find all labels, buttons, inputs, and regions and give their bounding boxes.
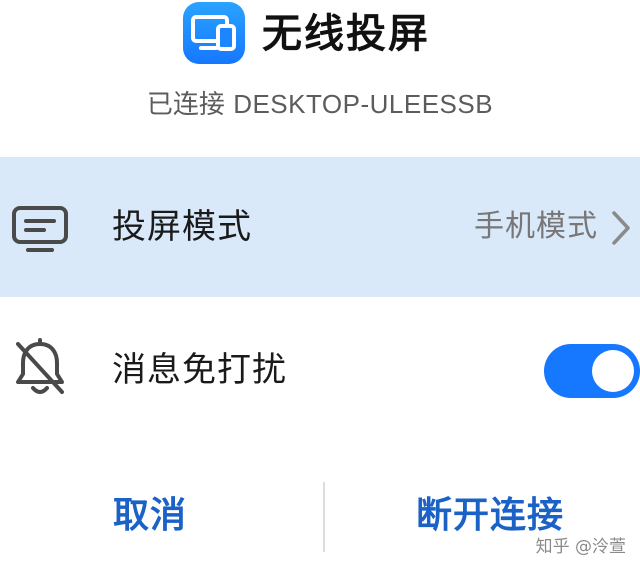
chevron-right-icon (610, 209, 632, 251)
wireless-projection-dialog: 无线投屏 已连接 DESKTOP-ULEESSB 投屏模式 手机模式 消息免打扰… (0, 0, 640, 564)
footer-divider (323, 482, 325, 552)
monitor-icon (10, 205, 70, 259)
projection-mode-value: 手机模式 (474, 209, 598, 244)
cancel-button[interactable]: 取消 (113, 486, 187, 546)
watermark: 知乎 @泠萱 (535, 537, 626, 557)
projection-mode-row[interactable]: 投屏模式 手机模式 (0, 157, 640, 297)
do-not-disturb-row: 消息免打扰 (0, 300, 640, 440)
app-icon (183, 2, 245, 64)
projection-mode-label: 投屏模式 (112, 207, 252, 247)
app-title: 无线投屏 (262, 11, 430, 57)
status-prefix: 已连接 (146, 90, 225, 120)
do-not-disturb-label: 消息免打扰 (112, 350, 287, 390)
screen-cast-icon (191, 15, 236, 51)
dialog-header: 无线投屏 已连接 DESKTOP-ULEESSB (0, 0, 640, 150)
bell-off-icon (12, 338, 68, 404)
device-name: DESKTOP-ULEESSB (233, 89, 494, 119)
connection-status: 已连接 DESKTOP-ULEESSB (0, 82, 640, 127)
toggle-knob (592, 350, 634, 392)
do-not-disturb-toggle[interactable] (544, 344, 640, 398)
